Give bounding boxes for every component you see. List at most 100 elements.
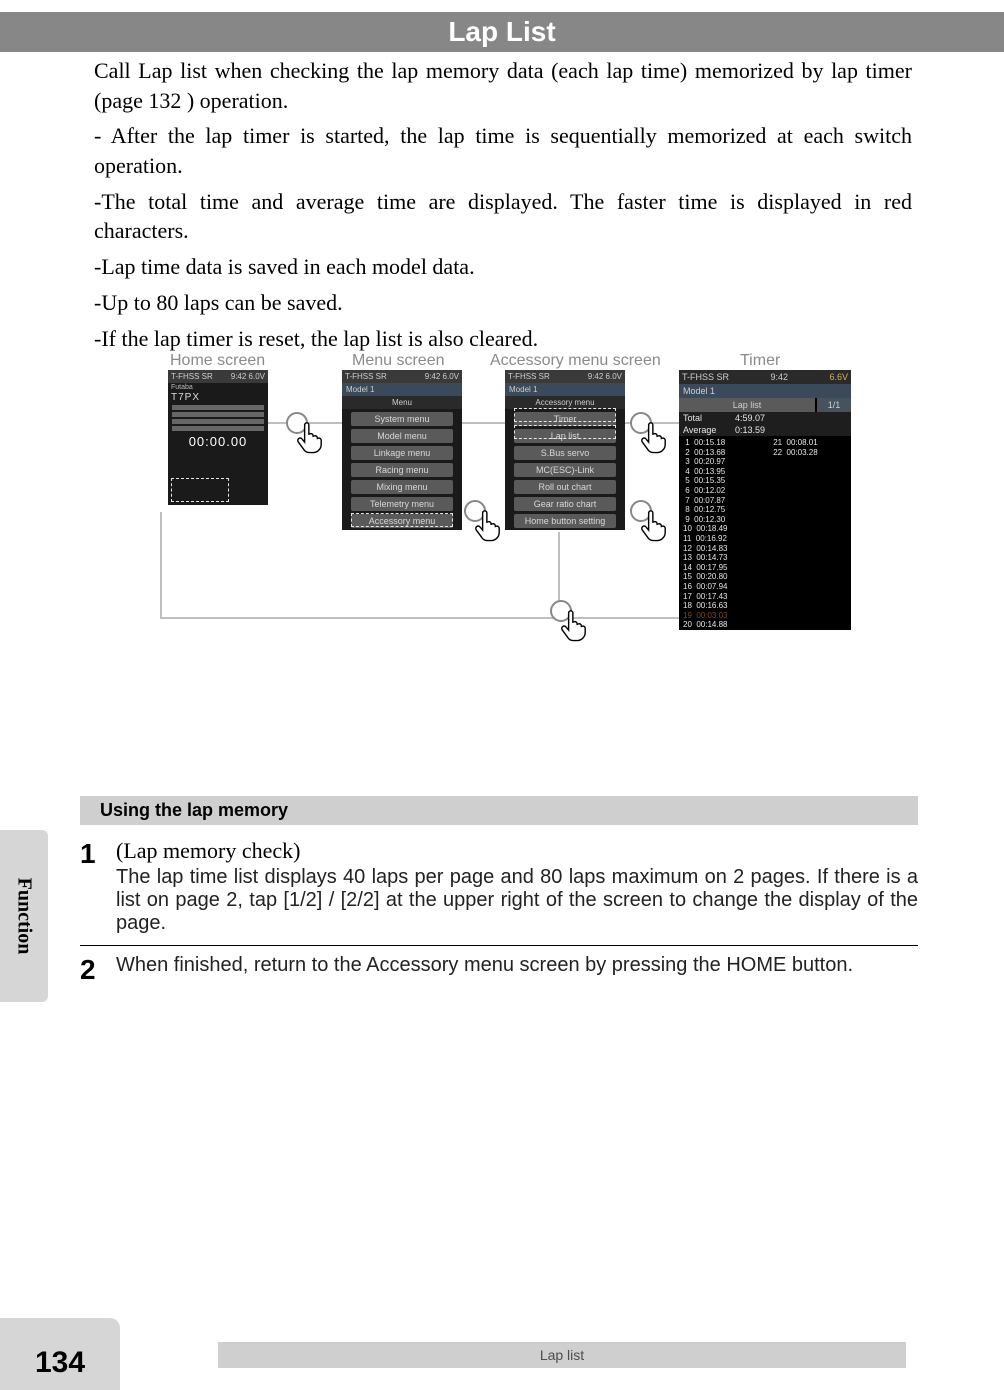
steps-list: 1 (Lap memory check) The lap time list d… (80, 830, 918, 994)
status-left: T-FHSS SR (682, 372, 729, 382)
bar-line (172, 426, 264, 431)
status-bar: T-FHSS SR 9:42 6.6V (679, 370, 851, 384)
side-tab-label: Function (13, 878, 36, 955)
diagram-label-home: Home screen (170, 352, 265, 370)
manual-page: Lap List Call Lap list when checking the… (0, 0, 1004, 1390)
menu-item[interactable]: Mixing menu (351, 480, 453, 494)
footer-text: Lap list (540, 1347, 584, 1363)
menu-item[interactable]: System menu (351, 412, 453, 426)
page-title: Lap List (448, 16, 555, 47)
home-timer-value: 00:00.00 (168, 434, 268, 449)
hand-icon (638, 508, 672, 542)
home-screen: T-FHSS SR 9:42 6.0V Futaba T7PX 00:00.00 (168, 370, 268, 505)
lap-row: 2 00:13.68 (683, 448, 773, 458)
accessory-menu-item[interactable]: S.Bus servo (514, 446, 616, 460)
lap-column-1: 1 00:15.18 2 00:13.68 3 00:20.97 4 00:13… (683, 438, 773, 630)
step-number: 1 (80, 838, 116, 935)
lap-row: 10 00:18.49 (683, 524, 773, 534)
screen-title: Lap list (679, 398, 815, 412)
lap-row: 13 00:14.73 (683, 553, 773, 563)
status-voltage: 6.6V (829, 372, 848, 382)
navigation-diagram: Home screen Menu screen Accessory menu s… (130, 352, 880, 692)
hand-icon (638, 420, 672, 454)
paragraph: -Up to 80 laps can be saved. (94, 288, 912, 318)
diagram-label-accessory: Accessory menu screen (490, 352, 661, 370)
section-header-text: Using the lap memory (100, 800, 288, 820)
lap-row: 9 00:12.30 (683, 515, 773, 525)
lap-row: 22 00:03.28 (773, 448, 847, 458)
paragraph: -The total time and average time are dis… (94, 187, 912, 246)
lap-row: 5 00:15.35 (683, 476, 773, 486)
side-tab: Function (0, 830, 48, 1002)
status-right: 9:42 6.0V (588, 372, 622, 381)
total-value: 4:59.07 (735, 413, 765, 423)
average-value: 0:13.59 (735, 425, 765, 435)
status-right: 9:42 6.0V (425, 372, 459, 381)
lap-row: 1 00:15.18 (683, 438, 773, 448)
accessory-menu-item[interactable]: MC(ESC)-Link (514, 463, 616, 477)
step-body: (Lap memory check) The lap time list dis… (116, 838, 918, 935)
highlight-box-timer (514, 408, 616, 422)
menu-item[interactable]: Model menu (351, 429, 453, 443)
status-time: 9:42 (770, 372, 788, 382)
step-1: 1 (Lap memory check) The lap time list d… (80, 830, 918, 946)
hand-icon (558, 608, 592, 642)
status-left: T-FHSS SR (508, 372, 550, 381)
lap-data-area: 1 00:15.18 2 00:13.68 3 00:20.97 4 00:13… (679, 436, 851, 632)
footer-bar: Lap list (218, 1342, 906, 1368)
connector (160, 512, 162, 617)
diagram-label-timer: Timer (740, 352, 780, 370)
step-title: (Lap memory check) (116, 838, 918, 864)
paragraph: -Lap time data is saved in each model da… (94, 252, 912, 282)
lap-row: 4 00:13.95 (683, 467, 773, 477)
status-bar: T-FHSS SR 9:42 6.0V (505, 370, 625, 383)
accessory-menu-screen: T-FHSS SR 9:42 6.0V Model 1 Accessory me… (505, 370, 625, 530)
step-body: When finished, return to the Accessory m… (116, 954, 853, 984)
lap-row: 18 00:16.63 (683, 601, 773, 611)
lap-row: 8 00:12.75 (683, 505, 773, 515)
status-right: 9:42 6.0V (231, 372, 265, 381)
page-indicator[interactable]: 1/1 (817, 398, 851, 412)
page-number: 134 (35, 1346, 85, 1380)
bar-line (172, 412, 264, 417)
section-header: Using the lap memory (80, 796, 918, 825)
lap-row: 20 00:14.88 (683, 620, 773, 630)
model-name: Model 1 (505, 383, 625, 396)
status-bar: T-FHSS SR 9:42 6.0V (168, 370, 268, 383)
paragraph: - After the lap timer is started, the la… (94, 121, 912, 180)
brand-label: Futaba (168, 383, 268, 392)
menu-item[interactable]: Telemetry menu (351, 497, 453, 511)
accessory-menu-item[interactable]: Gear ratio chart (514, 497, 616, 511)
screen-title: Menu (342, 396, 462, 409)
lap-row: 6 00:12.02 (683, 486, 773, 496)
lap-row: 15 00:20.80 (683, 572, 773, 582)
total-label: Total (683, 413, 735, 423)
highlight-box (351, 513, 453, 527)
paragraph: -If the lap timer is reset, the lap list… (94, 324, 912, 354)
lap-row: 17 00:17.43 (683, 592, 773, 602)
menu-item[interactable]: Racing menu (351, 463, 453, 477)
hand-icon (472, 508, 506, 542)
diagram-label-menu: Menu screen (352, 352, 445, 370)
accessory-menu-item[interactable]: Home button setting (514, 514, 616, 528)
title-row: Lap list 1/1 (679, 398, 851, 412)
lap-row: 14 00:17.95 (683, 563, 773, 573)
connector (160, 617, 560, 619)
product-label: T7PX (168, 392, 268, 403)
status-left: T-FHSS SR (171, 372, 213, 381)
bar-line (172, 419, 264, 424)
lap-row: 16 00:07.94 (683, 582, 773, 592)
accessory-menu-item[interactable]: Roll out chart (514, 480, 616, 494)
connector (462, 422, 505, 424)
paragraph: Call Lap list when checking the lap memo… (94, 56, 912, 115)
highlight-box (171, 478, 229, 502)
lap-row: 12 00:14.83 (683, 544, 773, 554)
menu-item[interactable]: Linkage menu (351, 446, 453, 460)
average-row: Average 0:13.59 (679, 424, 851, 436)
lap-list-screen: T-FHSS SR 9:42 6.6V Model 1 Lap list 1/1… (679, 370, 851, 630)
average-label: Average (683, 425, 735, 435)
total-row: Total 4:59.07 (679, 412, 851, 424)
menu-item-list: System menu Model menu Linkage menu Racing … (342, 412, 462, 528)
lap-row: 21 00:08.01 (773, 438, 847, 448)
page-title-bar: Lap List (0, 12, 1004, 52)
